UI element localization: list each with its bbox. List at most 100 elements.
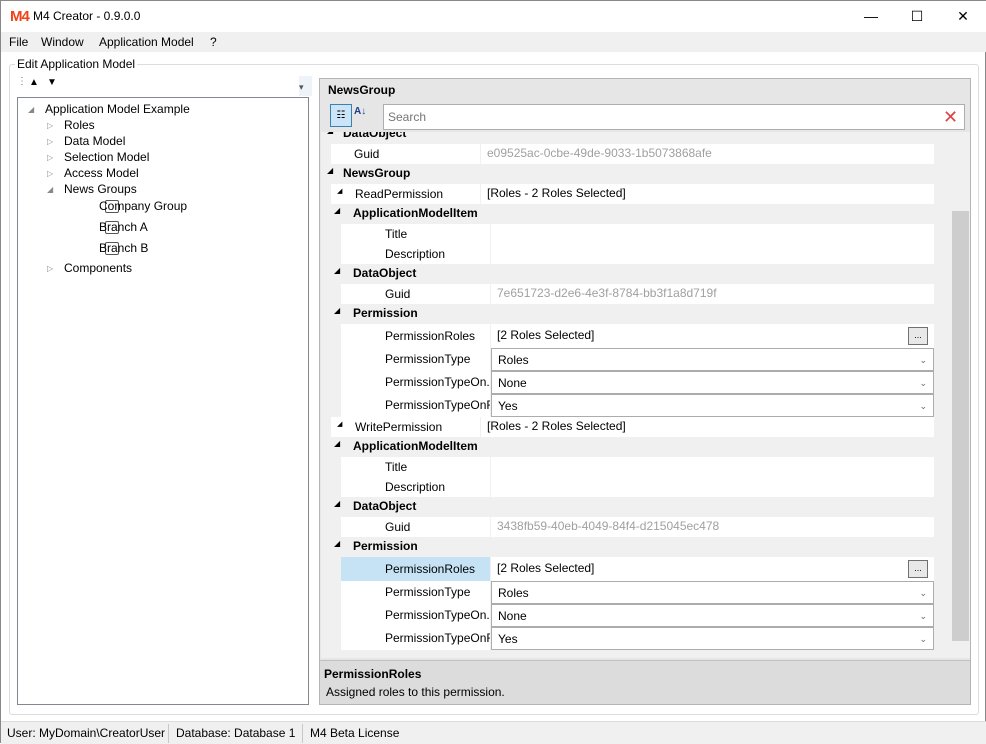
- status-bar: User: MyDomain\CreatorUser Database: Dat…: [1, 721, 986, 744]
- property-row[interactable]: Guid 3438fb59-40eb-4049-84f4-d215045ec478: [321, 517, 952, 537]
- collapse-icon[interactable]: ◢: [334, 306, 340, 315]
- property-row[interactable]: PermissionType Roles ⌄: [321, 348, 952, 371]
- property-value[interactable]: [Roles - 2 Roles Selected]: [481, 184, 934, 204]
- property-row[interactable]: Description: [321, 477, 952, 497]
- property-row[interactable]: ReadPermission ◢ [Roles - 2 Roles Selected…: [321, 184, 952, 204]
- collapse-icon[interactable]: ◢: [334, 266, 340, 275]
- property-value[interactable]: Roles ⌄: [491, 348, 934, 371]
- property-row[interactable]: ◢ DataObject: [321, 132, 952, 144]
- move-up-button[interactable]: ▲: [29, 77, 39, 88]
- description-text: Assigned roles to this permission.: [326, 685, 505, 699]
- property-value[interactable]: [491, 224, 934, 244]
- menu-help[interactable]: ?: [210, 35, 217, 49]
- property-row[interactable]: PermissionTypeOnR... Yes ⌄: [321, 627, 952, 650]
- property-value[interactable]: e09525ac-0cbe-49de-9033-1b5073868afe: [481, 144, 934, 164]
- toolbar-overflow-icon[interactable]: ▾: [299, 76, 312, 96]
- tree-item[interactable]: Selection Model: [64, 150, 149, 164]
- collapse-icon[interactable]: ◢: [47, 185, 53, 194]
- property-value[interactable]: [2 Roles Selected]...: [491, 557, 934, 581]
- window-title: M4 Creator - 0.9.0.0: [33, 9, 141, 23]
- expand-icon[interactable]: ▷: [47, 137, 53, 146]
- value-text: Roles: [498, 353, 529, 367]
- property-row[interactable]: Guid 7e651723-d2e6-4e3f-8784-bb3f1a8d719f: [321, 284, 952, 304]
- collapse-icon[interactable]: ◢: [327, 166, 333, 175]
- property-row[interactable]: PermissionTypeOnR... Yes ⌄: [321, 394, 952, 417]
- expand-icon[interactable]: ▷: [47, 264, 53, 273]
- property-row[interactable]: WritePermission ◢ [Roles - 2 Roles Selecte…: [321, 417, 952, 437]
- minimize-button[interactable]: —: [848, 1, 894, 32]
- chevron-down-icon[interactable]: ⌄: [919, 395, 927, 417]
- property-row[interactable]: PermissionTypeOn... None ⌄: [321, 371, 952, 394]
- close-button[interactable]: ✕: [940, 1, 986, 32]
- property-row[interactable]: ◢ NewsGroup: [321, 164, 952, 184]
- property-row[interactable]: PermissionRoles [2 Roles Selected]...: [321, 324, 952, 348]
- chevron-down-icon[interactable]: ⌄: [919, 582, 927, 604]
- collapse-icon[interactable]: ◢: [334, 539, 340, 548]
- property-row[interactable]: PermissionRoles [2 Roles Selected]...: [321, 557, 952, 581]
- property-value[interactable]: [491, 244, 934, 264]
- tree-item[interactable]: Branch B: [99, 241, 148, 255]
- property-row[interactable]: PermissionTypeOn... None ⌄: [321, 604, 952, 627]
- search-input[interactable]: [383, 104, 965, 130]
- tree-item[interactable]: Data Model: [64, 134, 125, 148]
- value-text: e09525ac-0cbe-49de-9033-1b5073868afe: [487, 146, 712, 160]
- collapse-icon[interactable]: ◢: [28, 105, 34, 114]
- collapse-icon[interactable]: ◢: [334, 499, 340, 508]
- property-value[interactable]: [2 Roles Selected]...: [491, 324, 934, 348]
- property-value[interactable]: [491, 457, 934, 477]
- tree-item[interactable]: Branch A: [99, 220, 148, 234]
- property-row[interactable]: Description: [321, 244, 952, 264]
- collapse-icon[interactable]: ◢: [337, 420, 342, 428]
- collapse-icon[interactable]: ◢: [337, 187, 342, 195]
- categorized-view-icon[interactable]: ☷: [330, 104, 352, 127]
- property-value[interactable]: Yes ⌄: [491, 627, 934, 650]
- expand-icon[interactable]: ▷: [47, 153, 53, 162]
- property-value[interactable]: Yes ⌄: [491, 394, 934, 417]
- category-label: DataObject: [353, 499, 417, 513]
- property-row[interactable]: ◢ ApplicationModelItem: [321, 437, 952, 457]
- collapse-icon[interactable]: ◢: [334, 206, 340, 215]
- property-row[interactable]: ◢ DataObject: [321, 497, 952, 517]
- property-value[interactable]: [491, 477, 934, 497]
- property-row[interactable]: ◢ Permission: [321, 537, 952, 557]
- tree-item[interactable]: Company Group: [99, 199, 187, 213]
- tree-item[interactable]: News Groups: [64, 182, 137, 196]
- property-name: Guid: [341, 284, 490, 304]
- property-row[interactable]: ◢ Permission: [321, 304, 952, 324]
- sort-alphabetical-icon[interactable]: A↓: [354, 106, 366, 117]
- expand-icon[interactable]: ▷: [47, 169, 53, 178]
- property-row[interactable]: Title: [321, 224, 952, 244]
- property-value[interactable]: Roles ⌄: [491, 581, 934, 604]
- property-value[interactable]: 7e651723-d2e6-4e3f-8784-bb3f1a8d719f: [491, 284, 934, 304]
- chevron-down-icon[interactable]: ⌄: [919, 605, 927, 627]
- chevron-down-icon[interactable]: ⌄: [919, 372, 927, 394]
- property-row[interactable]: ◢ ApplicationModelItem: [321, 204, 952, 224]
- scrollbar-thumb[interactable]: [952, 211, 969, 641]
- maximize-button[interactable]: ☐: [894, 1, 940, 32]
- property-value[interactable]: [Roles - 2 Roles Selected]: [481, 417, 934, 437]
- tree-item[interactable]: Roles: [64, 118, 95, 132]
- tree-item[interactable]: Access Model: [64, 166, 139, 180]
- property-value[interactable]: None ⌄: [491, 371, 934, 394]
- expand-icon[interactable]: ▷: [47, 121, 53, 130]
- chevron-down-icon[interactable]: ⌄: [919, 349, 927, 371]
- collapse-icon[interactable]: ◢: [334, 439, 340, 448]
- chevron-down-icon[interactable]: ⌄: [919, 628, 927, 650]
- property-row[interactable]: ◢ DataObject: [321, 264, 952, 284]
- value-text: [Roles - 2 Roles Selected]: [487, 419, 626, 433]
- menu-window[interactable]: Window: [41, 35, 84, 49]
- ellipsis-button[interactable]: ...: [908, 327, 928, 345]
- ellipsis-button[interactable]: ...: [908, 560, 928, 578]
- collapse-icon[interactable]: ◢: [327, 132, 333, 135]
- property-value[interactable]: None ⌄: [491, 604, 934, 627]
- property-row[interactable]: Guid e09525ac-0cbe-49de-9033-1b5073868afe: [321, 144, 952, 164]
- menu-file[interactable]: File: [9, 35, 28, 49]
- property-value[interactable]: 3438fb59-40eb-4049-84f4-d215045ec478: [491, 517, 934, 537]
- tree-item[interactable]: Application Model Example: [45, 102, 190, 116]
- property-row[interactable]: PermissionType Roles ⌄: [321, 581, 952, 604]
- menu-application-model[interactable]: Application Model: [99, 35, 194, 49]
- move-down-button[interactable]: ▼: [47, 77, 57, 88]
- tree-item[interactable]: Components: [64, 261, 132, 275]
- property-row[interactable]: Title: [321, 457, 952, 477]
- clear-search-icon[interactable]: ✕: [943, 107, 958, 128]
